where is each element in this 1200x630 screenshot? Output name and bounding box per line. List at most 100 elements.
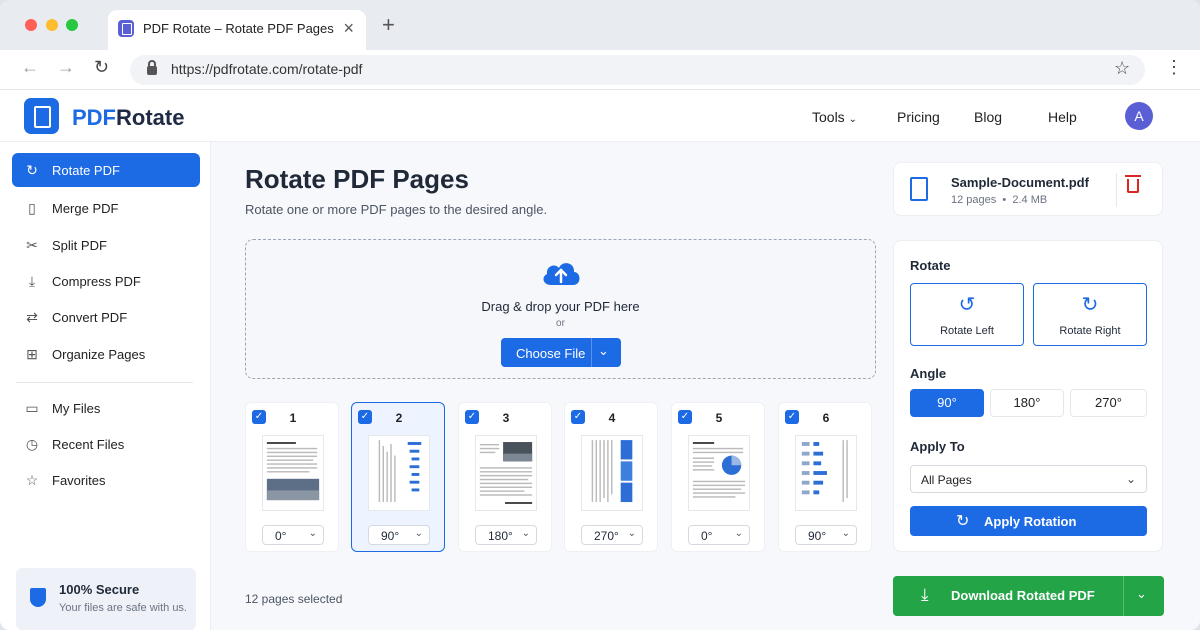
rotate-right-button[interactable]: ↻ Rotate Right <box>1033 283 1147 346</box>
angle-heading: Angle <box>910 366 947 381</box>
sidebar-item-recent-files[interactable]: ◷ Recent Files <box>12 427 200 461</box>
page-angle-value: 90° <box>808 529 827 543</box>
nav-tools[interactable]: Tools ⌄ <box>812 109 857 125</box>
page-angle-select[interactable]: 180° ⌄ <box>475 525 537 545</box>
page-thumbnail <box>581 435 643 511</box>
sidebar-item-organize-pages[interactable]: ⊞ Organize Pages <box>12 337 200 371</box>
nav-tools-label: Tools <box>812 109 845 125</box>
button-divider <box>1123 576 1124 616</box>
brand-rotate: Rotate <box>116 105 185 130</box>
avatar[interactable]: A <box>1125 102 1153 130</box>
chevron-down-icon[interactable]: ⌄ <box>598 343 609 359</box>
tab-title: PDF Rotate – Rotate PDF Pages <box>143 21 334 36</box>
page-number: 4 <box>608 411 616 425</box>
page-number: 6 <box>822 411 830 425</box>
choose-file-label: Choose File <box>516 346 586 361</box>
lock-icon <box>147 60 157 75</box>
forward-arrow-icon[interactable]: → <box>57 57 75 78</box>
sidebar-item-compress-pdf[interactable]: ⤓ Compress PDF <box>12 264 200 298</box>
apply-to-select[interactable]: All Pages ⌄ <box>910 465 1147 493</box>
page-angle-select[interactable]: 90° ⌄ <box>795 525 857 545</box>
url-text[interactable]: https://pdfrotate.com/rotate-pdf <box>171 61 362 77</box>
rotate-right-icon: ↻ <box>1081 294 1099 316</box>
sidebar-item-label: Merge PDF <box>52 201 119 216</box>
page-card[interactable]: ✓ 2 90° ⌄ <box>351 402 445 552</box>
page-angle-select[interactable]: 0° ⌄ <box>262 525 324 545</box>
sidebar-item-favorites[interactable]: ☆ Favorites <box>12 463 200 497</box>
logo-icon[interactable] <box>24 98 59 134</box>
sidebar-item-merge-pdf[interactable]: ▯ Merge PDF <box>12 191 200 225</box>
browser-tab[interactable]: PDF Rotate – Rotate PDF Pages × <box>108 10 366 50</box>
page-thumbnail <box>688 435 750 511</box>
nav-pricing[interactable]: Pricing <box>897 109 940 125</box>
rotate-left-label: Rotate Left <box>940 325 994 337</box>
drop-text: Drag & drop your PDF here <box>481 299 640 314</box>
file-name: Sample-Document.pdf <box>951 175 1089 190</box>
rotate-left-button[interactable]: ↺ Rotate Left <box>910 283 1024 346</box>
new-tab-icon[interactable]: + <box>382 14 395 36</box>
page-number: 2 <box>395 411 403 425</box>
file-size: 2.4 MB <box>1012 194 1048 206</box>
chevron-down-icon[interactable]: ⌄ <box>1136 586 1147 602</box>
angle-90-button[interactable]: 90° <box>910 389 984 417</box>
page-angle-value: 180° <box>488 529 513 543</box>
file-pages: 12 pages <box>951 194 997 206</box>
download-label: Download Rotated PDF <box>951 588 1095 603</box>
file-card: Sample-Document.pdf 12 pages • 2.4 MB <box>893 162 1163 216</box>
rotate-right-label: Rotate Right <box>1059 325 1121 337</box>
nav-blog[interactable]: Blog <box>974 109 1002 125</box>
secure-subtitle: Your files are safe with us. <box>59 602 187 614</box>
back-arrow-icon[interactable]: ← <box>21 57 39 78</box>
page-card[interactable]: ✓ 1 0° ⌄ <box>245 402 339 552</box>
page-card[interactable]: ✓ 3 180° ⌄ <box>458 402 552 552</box>
page-title: Rotate PDF Pages <box>245 164 469 194</box>
choose-file-button[interactable]: Choose File ⌄ <box>501 338 621 367</box>
favicon-icon <box>118 20 134 37</box>
angle-270-button[interactable]: 270° <box>1070 389 1147 417</box>
browser-menu-icon[interactable]: ⋮ <box>1165 57 1183 78</box>
app-header: PDFRotate Tools ⌄ Pricing Blog Help A <box>0 90 1200 142</box>
sidebar-item-split-pdf[interactable]: ✂ Split PDF <box>12 228 200 262</box>
address-bar: ← → ↻ https://pdfrotate.com/rotate-pdf ☆… <box>0 50 1200 90</box>
page-card[interactable]: ✓ 6 90° ⌄ <box>778 402 872 552</box>
drop-zone[interactable]: Drag & drop your PDF here or Choose File… <box>245 239 876 379</box>
maximize-window-dot[interactable] <box>66 19 78 31</box>
page-thumbnail <box>368 435 430 511</box>
page-card[interactable]: ✓ 5 0° ⌄ <box>671 402 765 552</box>
page-card[interactable]: ✓ 4 270° ⌄ <box>564 402 658 552</box>
download-button[interactable]: ⤓ Download Rotated PDF ⌄ <box>893 576 1164 616</box>
scissors-icon: ✂ <box>26 237 38 253</box>
sidebar-item-label: Rotate PDF <box>52 163 120 178</box>
convert-icon: ⇄ <box>26 309 38 325</box>
sidebar-item-convert-pdf[interactable]: ⇄ Convert PDF <box>12 300 200 334</box>
reload-icon[interactable]: ↻ <box>94 57 109 78</box>
page-angle-select[interactable]: 0° ⌄ <box>688 525 750 545</box>
download-icon: ⤓ <box>921 585 929 604</box>
folder-icon: ▭ <box>25 400 39 416</box>
page-subtitle: Rotate one or more PDF pages to the desi… <box>245 202 548 217</box>
minimize-window-dot[interactable] <box>46 19 58 31</box>
page-angle-value: 0° <box>275 529 287 543</box>
sidebar-item-my-files[interactable]: ▭ My Files <box>12 391 200 425</box>
close-window-dot[interactable] <box>25 19 37 31</box>
nav-help[interactable]: Help <box>1048 109 1077 125</box>
app: PDFRotate Tools ⌄ Pricing Blog Help A ↻ R… <box>0 90 1200 630</box>
angle-180-button[interactable]: 180° <box>990 389 1064 417</box>
cloud-upload-icon <box>543 263 580 285</box>
apply-rotation-button[interactable]: ↻ Apply Rotation <box>910 506 1147 536</box>
sidebar-item-label: Organize Pages <box>52 347 146 362</box>
close-tab-icon[interactable]: × <box>343 18 354 39</box>
page-thumbnail <box>795 435 857 511</box>
page-angle-select[interactable]: 90° ⌄ <box>368 525 430 545</box>
grid-icon: ⊞ <box>26 346 38 362</box>
file-meta: 12 pages • 2.4 MB <box>951 194 1048 206</box>
document-icon: ▯ <box>28 200 36 216</box>
page-angle-select[interactable]: 270° ⌄ <box>581 525 643 545</box>
sidebar-item-label: Split PDF <box>52 238 107 253</box>
chevron-down-icon: ⌄ <box>841 528 850 539</box>
bookmark-star-icon[interactable]: ☆ <box>1114 58 1130 79</box>
trash-icon[interactable] <box>1125 175 1141 193</box>
brand-name[interactable]: PDFRotate <box>72 105 184 131</box>
sidebar-item-rotate-pdf[interactable]: ↻ Rotate PDF <box>12 153 200 187</box>
rotate-icon: ↻ <box>956 513 970 530</box>
